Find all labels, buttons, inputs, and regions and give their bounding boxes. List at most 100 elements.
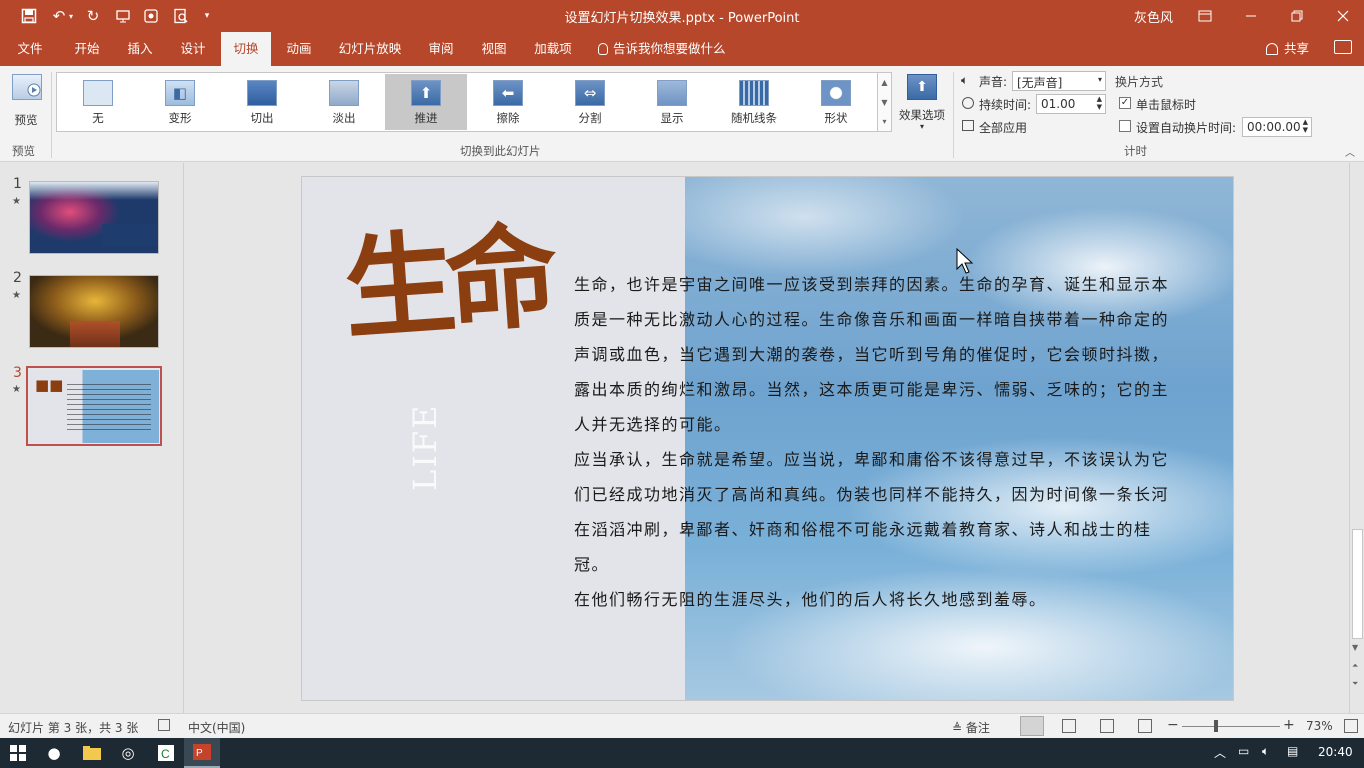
tab-review[interactable]: 审阅 — [416, 32, 466, 66]
auto-after-checkbox[interactable] — [1119, 120, 1131, 132]
undo-dropdown-icon[interactable]: ▾ — [64, 0, 78, 32]
slide-number: 1 — [13, 176, 22, 192]
zoom-slider-thumb[interactable] — [1214, 720, 1218, 732]
window-title: 设置幻灯片切换效果.pptx - PowerPoint — [564, 11, 800, 26]
transition-fade[interactable]: 淡出 — [303, 74, 385, 130]
notification-icon[interactable]: ▤ — [1287, 744, 1298, 758]
user-name[interactable]: 灰色风 — [1134, 7, 1173, 26]
transition-cut[interactable]: 切出 — [221, 74, 303, 130]
zoom-in-icon[interactable]: + — [1283, 717, 1295, 733]
tab-view[interactable]: 视图 — [469, 32, 519, 66]
next-slide-icon[interactable]: ⏷ — [1352, 679, 1358, 689]
slide-thumbnail-pane: 1 ★ 2 ★ 3 ★ ■■ — [0, 163, 184, 713]
tab-insert[interactable]: 插入 — [115, 32, 165, 66]
start-menu-icon[interactable] — [0, 738, 36, 768]
close-icon[interactable] — [1320, 0, 1364, 32]
slide-subtitle[interactable]: LIFE — [406, 391, 466, 491]
powerpoint-taskbar-icon[interactable]: P — [184, 738, 220, 768]
sound-dropdown[interactable]: [无声音] ▾ — [1012, 71, 1106, 91]
transition-random-bars[interactable]: 随机线条 — [713, 74, 795, 130]
body-paragraph: 应当承认，生命就是希望。应当说，卑鄙和庸俗不该得意过早，不该误认为它们已经成功地… — [574, 450, 1170, 574]
split-transition-icon: ⇔ — [575, 80, 605, 106]
preview-label: 预览 — [14, 113, 38, 127]
reading-view-icon[interactable] — [1100, 719, 1114, 733]
animation-star-icon: ★ — [12, 196, 21, 207]
tab-addins[interactable]: 加载项 — [526, 32, 580, 66]
gallery-more-icon[interactable]: ▾ — [878, 113, 891, 131]
duration-label: 持续时间: — [979, 98, 1032, 112]
transition-push[interactable]: ⬆ 推进 — [385, 74, 467, 130]
zoom-level[interactable]: 73% — [1306, 719, 1333, 733]
preview-button[interactable]: 预览 — [4, 72, 48, 130]
ribbon-display-options-icon[interactable] — [1182, 0, 1228, 32]
tab-transitions[interactable]: 切换 — [221, 32, 271, 66]
restore-icon[interactable] — [1274, 0, 1320, 32]
volume-icon[interactable]: 🔈︎ — [1262, 744, 1269, 759]
notes-button[interactable]: ≜ 备注 — [952, 719, 990, 736]
tab-home[interactable]: 开始 — [62, 32, 112, 66]
transition-wipe[interactable]: ⬅ 擦除 — [467, 74, 549, 130]
show-hidden-icons[interactable]: ︿ — [1214, 744, 1226, 761]
gallery-scroll[interactable]: ▲ ▼ ▾ — [878, 72, 892, 132]
minimize-icon[interactable] — [1228, 0, 1274, 32]
transition-reveal[interactable]: 显示 — [631, 74, 713, 130]
on-click-label: 单击鼠标时 — [1136, 98, 1197, 112]
touch-mode-icon[interactable] — [136, 0, 166, 32]
save-icon[interactable] — [14, 0, 44, 32]
system-clock[interactable]: 20:40 — [1318, 745, 1353, 759]
file-explorer-icon[interactable] — [74, 738, 110, 768]
spelling-check-icon[interactable] — [158, 719, 170, 731]
person-icon — [1266, 43, 1278, 55]
cut-transition-icon — [247, 80, 277, 106]
tell-me-search[interactable]: 告诉我你想要做什么 — [598, 32, 726, 66]
chat-app-icon[interactable]: ● — [36, 738, 72, 768]
spinner-arrows-icon[interactable]: ▲ ▼ — [1097, 95, 1102, 111]
chevron-down-icon: ▾ — [919, 122, 924, 131]
camtasia-icon[interactable]: C — [148, 738, 184, 768]
transition-none[interactable]: 无 — [57, 74, 139, 130]
vertical-scrollbar[interactable]: ▼ ⏶ ⏷ — [1349, 163, 1364, 713]
tab-animations[interactable]: 动画 — [274, 32, 324, 66]
collapse-ribbon-icon[interactable]: ︿ — [1345, 144, 1355, 159]
on-click-checkbox[interactable]: ✓ — [1119, 97, 1131, 109]
auto-after-spinner[interactable]: 00:00.00 ▲ ▼ — [1242, 117, 1312, 137]
customize-qat-icon[interactable]: ▾ — [194, 0, 220, 32]
language-status[interactable]: 中文(中国) — [188, 719, 245, 736]
scroll-down-icon[interactable]: ▼ — [1352, 643, 1358, 652]
slide-body-text[interactable]: 生命，也许是宇宙之间唯一应该受到崇拜的因素。生命的孕育、诞生和显示本质是一种无比… — [574, 267, 1174, 617]
slide-thumbnail-3[interactable]: ■■ — [29, 370, 159, 443]
tab-file[interactable]: 文件 — [6, 32, 54, 66]
apply-all-button[interactable]: 全部应用 — [979, 119, 1027, 136]
start-from-beginning-icon[interactable] — [108, 0, 138, 32]
spinner-arrows-icon[interactable]: ▲ ▼ — [1303, 118, 1308, 134]
slide-thumbnail-2[interactable] — [29, 275, 159, 348]
normal-view-icon[interactable] — [1020, 716, 1044, 736]
redo-icon[interactable]: ↻ — [78, 0, 108, 32]
fit-slide-icon[interactable] — [1344, 719, 1358, 733]
tab-slideshow[interactable]: 幻灯片放映 — [330, 32, 410, 66]
power-icon[interactable]: ▭ — [1238, 744, 1249, 758]
transition-split[interactable]: ⇔ 分割 — [549, 74, 631, 130]
browser-icon[interactable]: ◎ — [110, 738, 146, 768]
tab-design[interactable]: 设计 — [168, 32, 218, 66]
gallery-down-icon[interactable]: ▼ — [878, 93, 891, 113]
comments-icon[interactable] — [1334, 40, 1352, 54]
zoom-slider[interactable] — [1182, 720, 1280, 732]
transition-shape[interactable]: 形状 — [795, 74, 877, 130]
print-preview-icon[interactable] — [166, 0, 196, 32]
slide-sorter-view-icon[interactable] — [1062, 719, 1076, 733]
slideshow-view-icon[interactable] — [1138, 719, 1152, 733]
slide-title[interactable]: 生命 — [340, 211, 553, 356]
effect-options-button[interactable]: ⬆ 效果选项 ▾ — [896, 72, 948, 134]
duration-spinner[interactable]: 01.00 ▲ ▼ — [1036, 94, 1106, 114]
current-slide[interactable]: 生命 LIFE 生命，也许是宇宙之间唯一应该受到崇拜的因素。生命的孕育、诞生和显… — [301, 176, 1234, 701]
gallery-up-icon[interactable]: ▲ — [878, 73, 891, 93]
slide-thumbnail-1[interactable] — [29, 181, 159, 254]
zoom-out-icon[interactable]: − — [1167, 717, 1179, 733]
transition-morph[interactable]: ◧ 变形 — [139, 74, 221, 130]
previous-slide-icon[interactable]: ⏶ — [1352, 661, 1358, 671]
scroll-thumb[interactable] — [1352, 529, 1363, 639]
thumbnail-road — [70, 321, 120, 347]
effect-options-label: 效果选项 — [899, 108, 945, 122]
share-button[interactable]: 共享 — [1266, 32, 1309, 66]
